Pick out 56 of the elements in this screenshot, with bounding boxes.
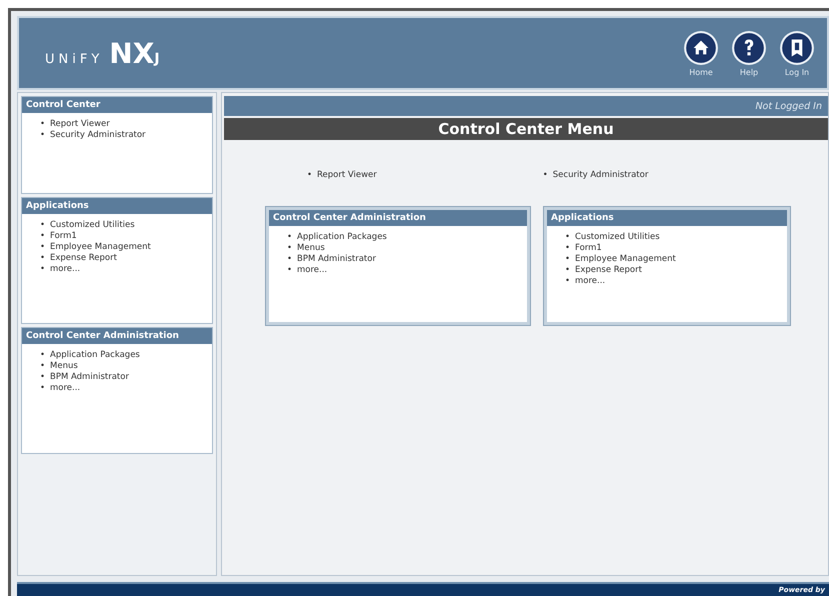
bullet: • (307, 170, 314, 181)
menu-link[interactable]: BPM Administrator (297, 254, 376, 265)
sidebar-link[interactable]: Report Viewer (50, 119, 110, 130)
sidebar-link[interactable]: more... (50, 383, 80, 394)
bullet: • (40, 383, 46, 394)
bullet: • (565, 232, 572, 243)
bullet: • (565, 265, 572, 276)
bullet: • (40, 350, 46, 361)
menu-link[interactable]: Menus (297, 243, 325, 254)
sidebar-link[interactable]: Application Packages (50, 350, 140, 361)
sidebar-link[interactable]: Security Administrator (50, 130, 146, 141)
bullet: • (40, 372, 46, 383)
bullet: • (40, 242, 46, 253)
menu-link[interactable]: Customized Utilities (575, 232, 660, 243)
bullet: • (40, 130, 46, 141)
bullet: • (565, 254, 572, 265)
bullet: • (40, 361, 46, 372)
panel-title: Control Center (22, 97, 212, 113)
bullet: • (287, 232, 294, 243)
menu-link[interactable]: Employee Management (575, 254, 676, 265)
nav-label[interactable]: Help (740, 68, 758, 76)
bullet: • (287, 265, 294, 276)
nav-label[interactable]: Log In (784, 68, 810, 76)
menu-link[interactable]: Report Viewer (317, 170, 377, 181)
sidebar-link[interactable]: Menus (50, 361, 78, 372)
home-icon[interactable] (683, 30, 719, 66)
panel-title: Control Center Administration (22, 328, 212, 344)
bullet: • (40, 253, 46, 264)
panel-title: Control Center Administration (269, 210, 527, 226)
menu-link[interactable]: more... (297, 265, 328, 276)
sidebar-link[interactable]: more... (50, 264, 80, 275)
panel-title: Applications (22, 198, 212, 214)
sidebar-link[interactable]: Employee Management (50, 242, 151, 253)
menu-link[interactable]: Expense Report (575, 265, 642, 276)
nav-label[interactable]: Home (689, 68, 713, 76)
bullet: • (542, 170, 549, 181)
bullet: • (565, 243, 572, 254)
bullet: • (287, 243, 294, 254)
page-title: Control Center Menu (224, 118, 828, 140)
login-status: Not Logged In (755, 100, 822, 112)
sidebar-link[interactable]: BPM Administrator (50, 372, 129, 383)
sidebar-link[interactable]: Expense Report (50, 253, 117, 264)
panel-title: Applications (547, 210, 787, 226)
sidebar-link[interactable]: Customized Utilities (50, 220, 135, 231)
menu-link[interactable]: Security Administrator (552, 170, 648, 181)
menu-link[interactable]: Form1 (575, 243, 602, 254)
bullet: • (40, 119, 46, 130)
bullet: • (565, 276, 572, 287)
menu-link[interactable]: Application Packages (297, 232, 387, 243)
bullet: • (287, 254, 294, 265)
bullet: • (40, 231, 46, 242)
sidebar-link[interactable]: Form1 (50, 231, 77, 242)
bullet: • (40, 220, 46, 231)
help-icon[interactable] (731, 30, 767, 66)
menu-link[interactable]: more... (575, 276, 606, 287)
bullet: • (40, 264, 46, 275)
